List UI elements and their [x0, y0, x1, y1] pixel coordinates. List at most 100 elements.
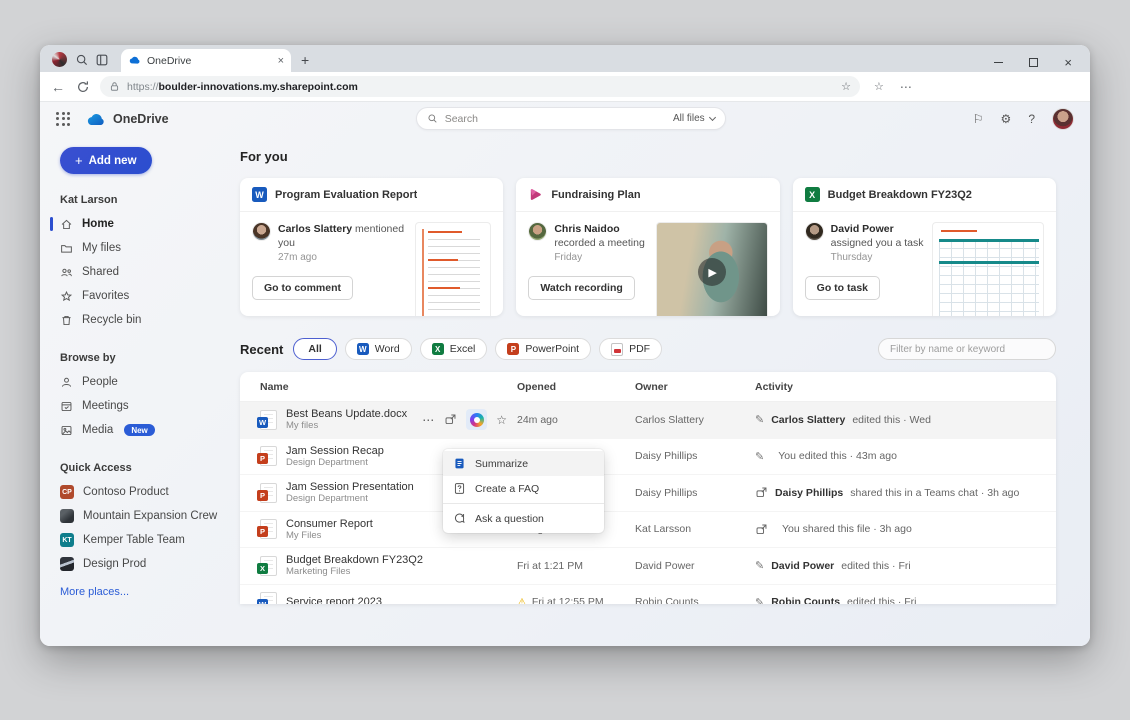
more-places-link[interactable]: More places...	[60, 586, 129, 598]
card-budget-breakdown[interactable]: X Budget Breakdown FY23Q2 David Power as…	[793, 178, 1056, 316]
new-tab-button[interactable]: +	[301, 52, 309, 68]
card-timestamp: 27m ago	[278, 252, 407, 263]
column-opened[interactable]: Opened	[517, 381, 635, 393]
filter-excel[interactable]: XExcel	[420, 338, 488, 360]
sidebar-item-favorites[interactable]: Favorites	[60, 284, 228, 308]
excel-file-icon: X	[260, 556, 277, 576]
browser-tab-onedrive[interactable]: OneDrive ×	[121, 49, 291, 72]
table-row-consumer-report[interactable]: P Consumer Report My Files 5h ago Kat La…	[240, 512, 1056, 549]
site-info-lock-icon[interactable]	[109, 81, 120, 92]
trash-icon	[60, 314, 73, 327]
address-bar[interactable]: https://boulder-innovations.my.sharepoin…	[100, 76, 860, 97]
filter-pdf[interactable]: PDF	[599, 338, 662, 360]
browser-toolbar: ← https://boulder-innovations.my.sharepo…	[40, 72, 1090, 102]
table-row-service-report[interactable]: W Service report 2023 ⚠ Fri at 12:55 PM …	[240, 585, 1056, 605]
table-row-jam-session-presentation[interactable]: P Jam Session Presentation Design Depart…	[240, 475, 1056, 512]
card-program-evaluation-report[interactable]: W Program Evaluation Report Carlos Slatt…	[240, 178, 503, 316]
sidebar-item-kemper-table-team[interactable]: KT Kemper Table Team	[60, 528, 228, 552]
tab-search-icon[interactable]	[75, 53, 89, 67]
sidebar-item-meetings[interactable]: Meetings	[60, 394, 228, 418]
window-minimize-button[interactable]	[994, 62, 1003, 63]
word-icon: W	[357, 343, 369, 355]
tab-title: OneDrive	[147, 55, 272, 67]
sidebar-item-recycle-bin[interactable]: Recycle bin	[60, 308, 228, 332]
onedrive-logo-icon	[86, 112, 106, 126]
sidebar-item-contoso-product[interactable]: CP Contoso Product	[60, 480, 228, 504]
browser-logo-icon[interactable]	[52, 52, 67, 67]
refresh-button[interactable]	[76, 80, 90, 94]
table-row-best-beans-update[interactable]: W Best Beans Update.docx My files ⋯ ☆	[240, 402, 1056, 439]
filter-keyword-input[interactable]	[878, 338, 1056, 360]
favorite-star-icon[interactable]: ☆	[496, 413, 507, 427]
go-to-task-button[interactable]: Go to task	[805, 276, 880, 300]
edit-activity-icon: ✎	[755, 450, 764, 463]
help-icon[interactable]: ?	[1028, 112, 1035, 126]
recent-files-table: Name Opened Owner Activity W Best Beans …	[240, 372, 1056, 604]
favorites-icon[interactable]: ☆	[874, 80, 884, 93]
people-icon	[60, 266, 73, 279]
document-thumbnail[interactable]	[415, 222, 491, 316]
sidebar-item-shared[interactable]: Shared	[60, 260, 228, 284]
for-you-cards: W Program Evaluation Report Carlos Slatt…	[240, 178, 1056, 316]
stream-icon	[528, 187, 543, 202]
sidebar-item-my-files[interactable]: My files	[60, 236, 228, 260]
browser-menu-icon[interactable]: ⋯	[900, 80, 913, 94]
sidebar-item-people[interactable]: People	[60, 370, 228, 394]
play-icon[interactable]: ▶	[698, 258, 726, 286]
bookmark-star-icon[interactable]: ☆	[841, 80, 851, 93]
filter-word[interactable]: WWord	[345, 338, 412, 360]
filter-powerpoint[interactable]: PPowerPoint	[495, 338, 591, 360]
menu-item-summarize[interactable]: Summarize	[443, 451, 604, 476]
onedrive-cloud-icon	[128, 54, 141, 67]
plus-icon: +	[75, 153, 83, 168]
copilot-button[interactable]	[466, 409, 487, 430]
powerpoint-file-icon: P	[260, 519, 277, 539]
app-launcher-waffle-icon[interactable]	[56, 112, 70, 126]
avatar-david-power	[805, 222, 824, 241]
file-type-filters: All WWord XExcel PPowerPoint PDF	[293, 338, 662, 360]
sidebar-item-mountain-expansion-crew[interactable]: Mountain Expansion Crew	[60, 504, 228, 528]
account-avatar[interactable]	[1052, 108, 1074, 130]
column-owner[interactable]: Owner	[635, 381, 755, 393]
go-to-comment-button[interactable]: Go to comment	[252, 276, 353, 300]
add-new-button[interactable]: +Add new	[60, 147, 152, 174]
app-title: OneDrive	[113, 112, 169, 126]
card-fundraising-plan[interactable]: Fundraising Plan Chris Naidoo recorded a…	[516, 178, 779, 316]
for-you-title: For you	[240, 149, 1056, 164]
column-name[interactable]: Name	[260, 381, 517, 393]
desktop: OneDrive × + × ← https://boulder-innovat…	[0, 0, 1130, 720]
pdf-icon	[611, 343, 623, 356]
search-input[interactable]	[445, 113, 666, 125]
window-close-button[interactable]: ×	[1064, 58, 1072, 67]
copilot-context-menu: Summarize Create a FAQ Ask a question	[443, 449, 604, 533]
column-activity[interactable]: Activity	[755, 381, 1038, 393]
feedback-flag-icon[interactable]: ⚐	[973, 112, 984, 126]
window-maximize-button[interactable]	[1029, 58, 1038, 67]
tab-close-icon[interactable]: ×	[278, 55, 284, 67]
filter-all[interactable]: All	[293, 338, 336, 360]
watch-recording-button[interactable]: Watch recording	[528, 276, 634, 300]
word-file-icon: W	[260, 592, 277, 604]
search-scope-dropdown[interactable]: All files	[673, 113, 715, 124]
sidebar-item-design-prod[interactable]: Design Prod	[60, 552, 228, 576]
back-button[interactable]: ←	[50, 79, 66, 95]
sidebar-item-home[interactable]: Home	[60, 212, 228, 236]
search-box[interactable]: All files	[416, 107, 726, 130]
folder-icon	[60, 242, 73, 255]
table-row-budget-breakdown[interactable]: X Budget Breakdown FY23Q2 Marketing File…	[240, 548, 1056, 585]
onedrive-brand[interactable]: OneDrive	[86, 112, 169, 126]
faq-icon	[453, 482, 466, 495]
word-file-icon: W	[260, 410, 277, 430]
sidebar-item-media[interactable]: Media New	[60, 418, 228, 442]
ask-question-icon	[453, 512, 466, 525]
table-header: Name Opened Owner Activity	[240, 372, 1056, 402]
menu-item-ask-a-question[interactable]: Ask a question	[443, 506, 604, 531]
video-thumbnail[interactable]: ▶	[656, 222, 768, 316]
settings-gear-icon[interactable]: ⚙	[1001, 112, 1012, 126]
workspaces-icon[interactable]	[95, 53, 109, 67]
table-row-jam-session-recap[interactable]: P Jam Session Recap Design Department Da…	[240, 439, 1056, 476]
menu-item-create-faq[interactable]: Create a FAQ	[443, 476, 604, 501]
spreadsheet-thumbnail[interactable]	[932, 222, 1044, 316]
share-icon[interactable]	[444, 413, 457, 426]
more-options-icon[interactable]: ⋯	[422, 413, 435, 427]
